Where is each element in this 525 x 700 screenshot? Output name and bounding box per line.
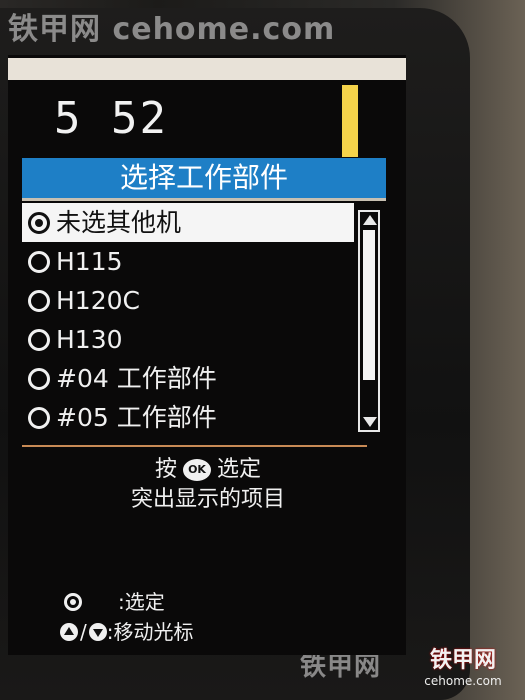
list-item[interactable]: H115	[22, 242, 354, 281]
instruction-prefix: 按	[154, 457, 177, 482]
section-divider	[22, 445, 367, 447]
list-item-label: H115	[56, 247, 123, 276]
legend-select-label: :选定	[118, 590, 165, 614]
counter-readout: 5 52	[54, 93, 168, 144]
list-item-label: #05 工作部件	[56, 403, 217, 432]
legend-move-label: :移动光标	[106, 620, 194, 644]
radio-icon	[28, 289, 50, 312]
list-scrollbar[interactable]	[358, 210, 380, 432]
list-item[interactable]: #05 工作部件	[22, 398, 354, 437]
list-item-label: H120C	[56, 286, 140, 315]
scroll-thumb[interactable]	[363, 230, 375, 380]
scroll-down-arrow-icon[interactable]	[363, 417, 377, 427]
title-underline	[22, 198, 386, 201]
radio-selected-icon	[28, 211, 50, 234]
list-item-label: #04 工作部件	[56, 364, 217, 393]
list-item-label: 未选其他机	[56, 208, 182, 237]
scroll-up-arrow-icon[interactable]	[363, 215, 377, 225]
list-item[interactable]: #04 工作部件	[22, 359, 354, 398]
instruction-suffix: 选定	[217, 457, 262, 482]
watermark-logo-url: cehome.com	[424, 674, 502, 688]
instruction-line-2: 突出显示的项目	[130, 487, 285, 512]
legend-select-row: :选定	[60, 587, 194, 617]
radio-icon	[28, 250, 50, 273]
watermark-top: 铁甲网 cehome.com	[8, 12, 336, 47]
watermark-logo-title: 铁甲网	[429, 648, 496, 673]
display-screen: 5 52 选择工作部件 未选其他机 H115 H120C H130 #04 工作…	[8, 55, 406, 655]
radio-icon	[28, 367, 50, 390]
radio-icon	[28, 328, 50, 351]
level-indicator	[342, 85, 358, 157]
ok-button-icon: OK	[183, 459, 211, 481]
instruction-text: 按 OK 选定 突出显示的项目	[38, 455, 378, 515]
attachment-list: 未选其他机 H115 H120C H130 #04 工作部件 #05 工作部件	[22, 203, 354, 437]
watermark-logo: 铁甲网 cehome.com	[409, 642, 517, 694]
select-key-icon	[64, 593, 82, 611]
slash-separator: /	[80, 620, 87, 644]
list-item-label: H130	[56, 325, 123, 354]
instruction-line-1: 按 OK 选定	[38, 455, 378, 485]
top-status-strip	[8, 58, 406, 80]
legend-move-row: / :移动光标	[60, 617, 194, 647]
menu-title: 选择工作部件	[22, 158, 386, 198]
up-arrow-key-icon	[60, 623, 78, 641]
list-item[interactable]: 未选其他机	[22, 203, 354, 242]
key-legend: :选定 / :移动光标	[60, 587, 194, 647]
down-arrow-key-icon	[88, 623, 107, 641]
radio-icon	[28, 406, 50, 429]
list-item[interactable]: H130	[22, 320, 354, 359]
list-item[interactable]: H120C	[22, 281, 354, 320]
